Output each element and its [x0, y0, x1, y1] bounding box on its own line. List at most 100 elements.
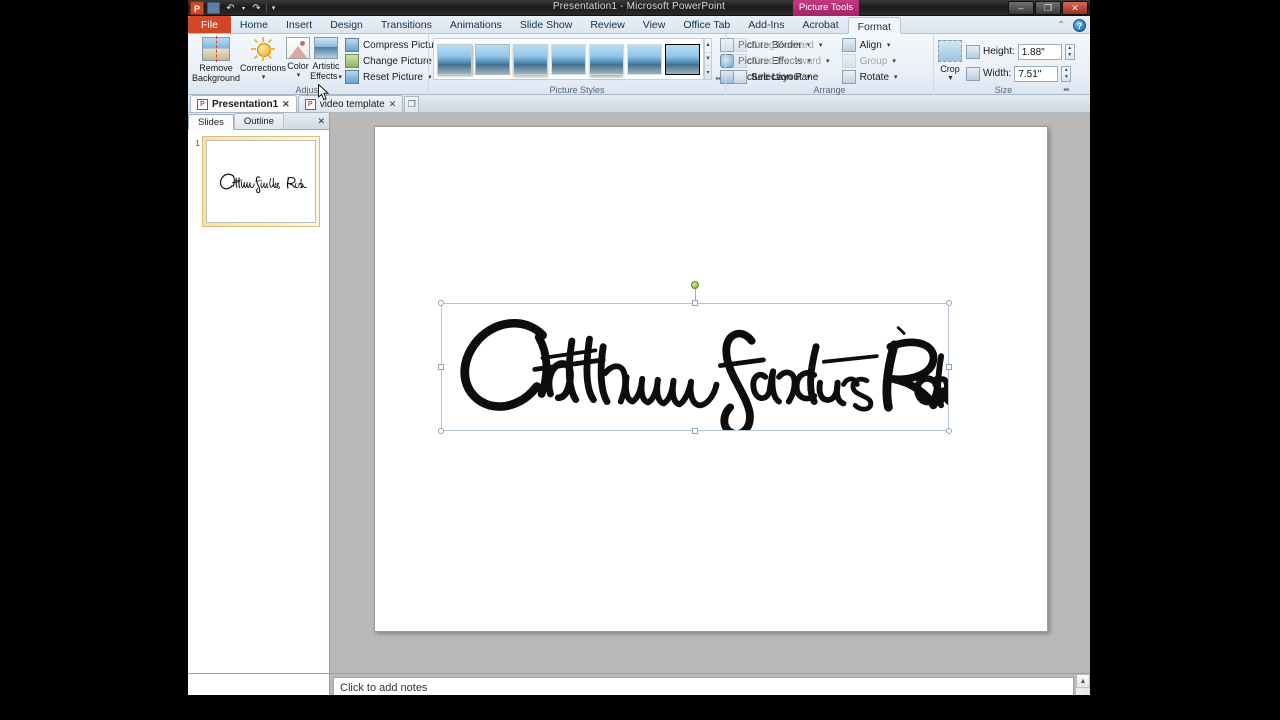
crop-icon [938, 40, 962, 62]
artistic-effects-button[interactable]: Artistic Effects▾ [310, 36, 342, 83]
corrections-dropdown-icon[interactable]: ▾ [262, 73, 266, 83]
arrange-column-1: Bring Forward ▾ Send Backward ▾ Selectio… [730, 36, 833, 85]
crop-dropdown-icon[interactable]: ▼ [947, 74, 954, 84]
width-spin-down-icon[interactable]: ▼ [1062, 74, 1070, 81]
picture-style-7[interactable] [665, 43, 700, 75]
doc-tab-video-template-close-icon[interactable]: ✕ [389, 99, 397, 110]
width-field[interactable]: 7.51" [1014, 65, 1059, 82]
corrections-button[interactable]: Corrections ▾ [240, 36, 286, 83]
color-button[interactable]: Color ▾ [286, 36, 311, 81]
picture-style-3[interactable] [513, 43, 548, 75]
notes-input[interactable]: Click to add notes [333, 677, 1074, 695]
width-spinner[interactable]: ▲ ▼ [1061, 65, 1072, 82]
size-fields: Height: 1.88" ▲ ▼ Width: 7.51" ▲ ▼ [966, 39, 1075, 83]
resize-handle-top-right[interactable] [946, 300, 952, 306]
slide-canvas[interactable] [374, 126, 1048, 632]
group-button[interactable]: Group ▾ [839, 53, 901, 69]
signature-thumbnail-image [219, 173, 307, 193]
tab-office-tab[interactable]: Office Tab [674, 16, 739, 33]
restore-button[interactable]: ❐ [1035, 1, 1061, 15]
pane-tab-outline[interactable]: Outline [233, 113, 284, 129]
group-arrange: Bring Forward ▾ Send Backward ▾ Selectio… [725, 34, 933, 95]
height-field[interactable]: 1.88" [1017, 43, 1062, 60]
send-backward-icon [733, 54, 747, 68]
send-backward-dropdown-icon[interactable]: ▾ [826, 57, 830, 65]
close-button[interactable]: ✕ [1062, 1, 1088, 15]
ribbon-tab-strip: File Home Insert Design Transitions Anim… [188, 16, 1090, 34]
selection-pane-button[interactable]: Selection Pane [730, 69, 833, 85]
tab-add-ins[interactable]: Add-Ins [739, 16, 793, 33]
tab-review[interactable]: Review [581, 16, 633, 33]
align-dropdown-icon[interactable]: ▾ [887, 41, 891, 49]
doc-tab-video-template[interactable]: P video template ✕ [297, 95, 404, 112]
resize-handle-middle-left[interactable] [438, 364, 444, 370]
slide-thumbnail-canvas [206, 140, 316, 223]
rotate-handle[interactable] [691, 281, 699, 289]
picture-styles-scroll-down-icon[interactable]: ▼ [705, 53, 711, 67]
resize-handle-middle-right[interactable] [946, 364, 952, 370]
group-size-label: Size [994, 85, 1013, 95]
slide-thumbnail-item[interactable]: 1 [192, 136, 325, 227]
reset-picture-icon [344, 70, 359, 84]
corrections-icon [251, 37, 276, 61]
bring-forward-button[interactable]: Bring Forward ▾ [730, 37, 833, 53]
picture-styles-dialog-launcher-icon[interactable]: ⬌ [714, 74, 723, 83]
resize-handle-top-center[interactable] [692, 300, 698, 306]
slide-thumbnail-selected-frame[interactable] [202, 136, 320, 227]
notes-scrollbar[interactable]: ▲ ▼ [1075, 674, 1090, 695]
minimize-ribbon-icon[interactable]: ⌃ [1057, 20, 1068, 31]
picture-style-4[interactable] [551, 43, 586, 75]
new-document-tab-icon[interactable]: ❐ [404, 96, 420, 112]
align-button[interactable]: Align ▾ [839, 37, 901, 53]
width-spin-up-icon[interactable]: ▲ [1062, 67, 1070, 74]
group-icon [841, 54, 856, 68]
presentation-file-icon: P [197, 98, 208, 110]
picture-styles-scroll[interactable]: ▲ ▼ ▾ [704, 38, 712, 80]
tab-acrobat[interactable]: Acrobat [793, 16, 847, 33]
tab-design[interactable]: Design [321, 16, 372, 33]
picture-style-6[interactable] [627, 43, 662, 75]
tab-file[interactable]: File [188, 16, 231, 33]
picture-styles-scroll-up-icon[interactable]: ▲ [705, 39, 711, 53]
picture-styles-more-icon[interactable]: ▾ [705, 66, 711, 79]
pane-tab-slides[interactable]: Slides [188, 114, 234, 130]
notes-pane-body: Click to add notes ▲ ▼ [330, 674, 1090, 695]
help-icon[interactable]: ? [1073, 19, 1086, 32]
resize-handle-bottom-center[interactable] [692, 428, 698, 434]
picture-style-2[interactable] [475, 43, 510, 75]
remove-background-button[interactable]: Remove Background [192, 36, 240, 83]
rotate-button[interactable]: Rotate ▾ [839, 69, 901, 85]
height-spin-down-icon[interactable]: ▼ [1066, 52, 1074, 59]
ribbon: Remove Background Corrections ▾ Color ▾ … [188, 34, 1090, 95]
bring-forward-dropdown-icon[interactable]: ▾ [819, 41, 823, 49]
doc-tab-presentation1[interactable]: P Presentation1 ✕ [190, 95, 297, 112]
picture-style-1[interactable] [437, 43, 472, 75]
close-pane-icon[interactable]: ✕ [317, 116, 325, 127]
minimize-button[interactable]: – [1008, 1, 1034, 15]
color-dropdown-icon[interactable]: ▾ [297, 71, 301, 81]
group-dropdown-icon[interactable]: ▾ [892, 57, 896, 65]
picture-styles-gallery[interactable] [433, 38, 704, 80]
crop-button[interactable]: Crop ▼ [938, 39, 962, 84]
tab-animations[interactable]: Animations [441, 16, 511, 33]
rotate-dropdown-icon[interactable]: ▾ [894, 73, 898, 81]
height-spin-up-icon[interactable]: ▲ [1066, 45, 1074, 52]
signature-picture[interactable] [438, 281, 952, 434]
picture-style-5[interactable] [589, 43, 624, 75]
resize-handle-top-left[interactable] [438, 300, 444, 306]
notes-pane: Click to add notes ▲ ▼ [188, 673, 1090, 695]
tab-transitions[interactable]: Transitions [372, 16, 441, 33]
tab-slide-show[interactable]: Slide Show [511, 16, 582, 33]
doc-tab-presentation1-close-icon[interactable]: ✕ [282, 99, 290, 110]
resize-handle-bottom-right[interactable] [946, 428, 952, 434]
slide-thumbnails-list: 1 [188, 130, 329, 673]
tab-home[interactable]: Home [231, 16, 277, 33]
notes-scroll-up-icon[interactable]: ▲ [1076, 674, 1090, 688]
size-dialog-launcher-icon[interactable]: ⬌ [1062, 85, 1071, 94]
tab-insert[interactable]: Insert [277, 16, 321, 33]
tab-format[interactable]: Format [847, 17, 901, 34]
send-backward-button[interactable]: Send Backward ▾ [730, 53, 833, 69]
resize-handle-bottom-left[interactable] [438, 428, 444, 434]
height-spinner[interactable]: ▲ ▼ [1064, 43, 1075, 60]
tab-view[interactable]: View [634, 16, 675, 33]
